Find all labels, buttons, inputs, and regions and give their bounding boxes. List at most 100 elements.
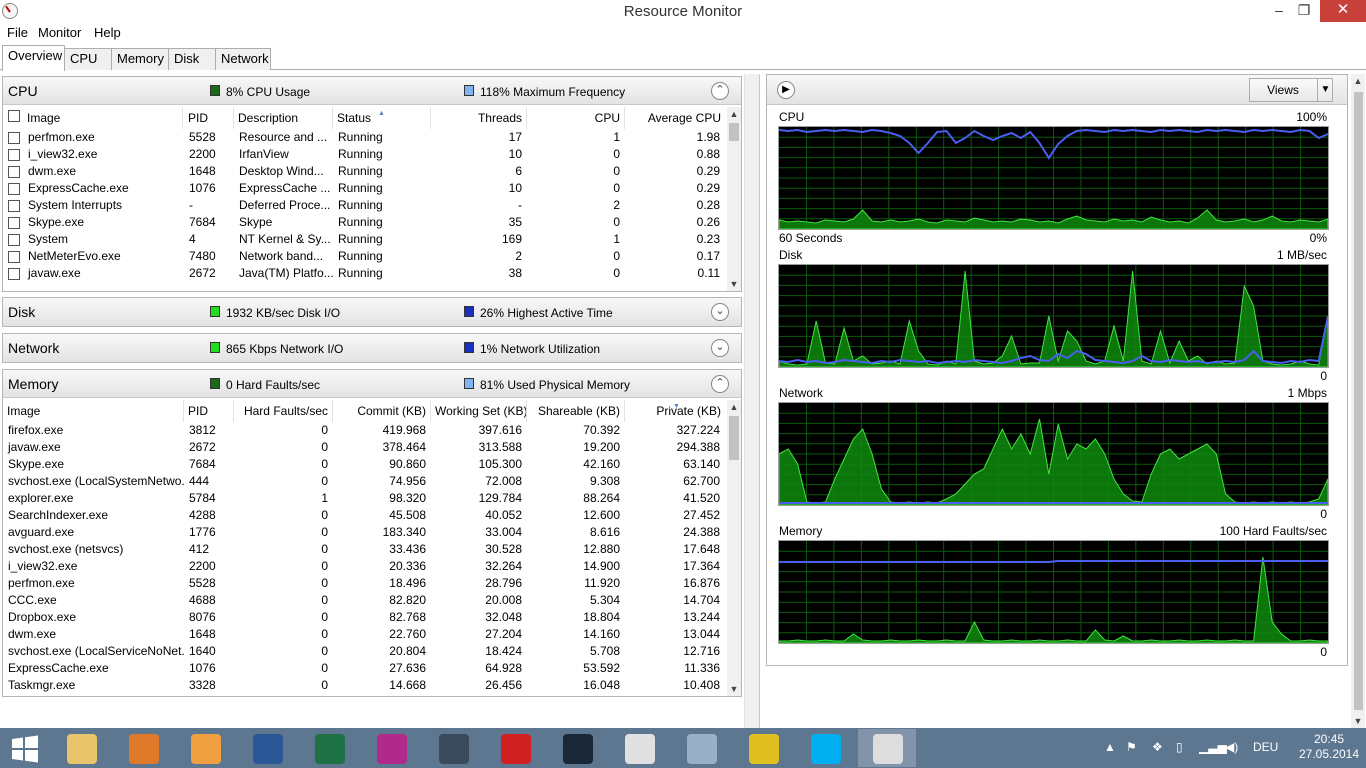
- table-row[interactable]: dwm.exe 1648 0 22.760 27.204 14.160 13.044: [3, 626, 728, 643]
- col-pid[interactable]: PID: [184, 400, 234, 422]
- table-row[interactable]: SearchIndexer.exe 4288 0 45.508 40.052 12.600…: [3, 507, 728, 524]
- table-row[interactable]: i_view32.exe 2200 0 20.336 32.264 14.900 17.36…: [3, 558, 728, 575]
- clock[interactable]: 20:45 27.05.2014: [1296, 732, 1362, 762]
- table-row[interactable]: System 4 NT Kernel & Sy... Running 169 1 0.23: [3, 231, 728, 248]
- device-tray-icon[interactable]: ▯: [1176, 740, 1183, 754]
- collapse-right-panel-icon[interactable]: ▶: [777, 81, 795, 99]
- col-cpu[interactable]: CPU: [527, 107, 625, 129]
- scroll-down-arrow-icon[interactable]: ▼: [727, 279, 741, 289]
- table-row[interactable]: svchost.exe (LocalSystemNetwo... 444 0 74.9…: [3, 473, 728, 490]
- row-checkbox[interactable]: [8, 132, 20, 144]
- table-row[interactable]: System Interrupts - Deferred Proce... Runni…: [3, 197, 728, 214]
- row-checkbox[interactable]: [8, 149, 20, 161]
- row-checkbox[interactable]: [8, 251, 20, 263]
- row-checkbox[interactable]: [8, 200, 20, 212]
- scroll-up-arrow-icon[interactable]: ▲: [1351, 76, 1365, 86]
- expand-chevron-icon[interactable]: ⌄: [711, 339, 729, 357]
- col-commit[interactable]: Commit (KB): [333, 400, 431, 422]
- network-tray-icon[interactable]: ❖: [1152, 740, 1163, 754]
- tab-cpu[interactable]: CPU: [64, 48, 112, 70]
- table-row[interactable]: ExpressCache.exe 1076 ExpressCache ... Runn…: [3, 180, 728, 197]
- language-indicator[interactable]: DEU: [1253, 740, 1278, 754]
- col-description[interactable]: Description: [234, 107, 333, 129]
- table-row[interactable]: perfmon.exe 5528 0 18.496 28.796 11.920 16.876: [3, 575, 728, 592]
- menu-monitor[interactable]: Monitor: [38, 25, 81, 40]
- row-checkbox[interactable]: [8, 234, 20, 246]
- scroll-thumb[interactable]: [1354, 92, 1363, 710]
- row-checkbox[interactable]: [8, 166, 20, 178]
- taskbar-app-excel[interactable]: [300, 729, 358, 767]
- col-threads[interactable]: Threads: [431, 107, 527, 129]
- scroll-down-arrow-icon[interactable]: ▼: [727, 684, 741, 694]
- scroll-thumb[interactable]: [729, 416, 739, 460]
- collapse-chevron-icon[interactable]: ⌃: [711, 375, 729, 393]
- row-checkbox[interactable]: [8, 268, 20, 280]
- tab-disk[interactable]: Disk: [168, 48, 216, 70]
- taskbar-app-camera[interactable]: [362, 729, 420, 767]
- scroll-up-arrow-icon[interactable]: ▲: [727, 402, 741, 412]
- action-center-flag-icon[interactable]: ⚑: [1126, 740, 1137, 754]
- expand-chevron-icon[interactable]: ⌄: [711, 303, 729, 321]
- table-row[interactable]: i_view32.exe 2200 IrfanView Running 10 0 0.88: [3, 146, 728, 163]
- taskbar-app-fox-mask[interactable]: [610, 729, 668, 767]
- table-row[interactable]: NetMeterEvo.exe 7480 Network band... Runnin…: [3, 248, 728, 265]
- signal-strength-icon[interactable]: ▁▃▅: [1199, 740, 1227, 754]
- table-row[interactable]: dwm.exe 1648 Desktop Wind... Running 6 0 0.29: [3, 163, 728, 180]
- disk-section-header[interactable]: Disk 1932 KB/sec Disk I/O 26% Highest Ac…: [3, 298, 741, 326]
- row-checkbox[interactable]: [8, 183, 20, 195]
- taskbar-app-skype[interactable]: [796, 729, 854, 767]
- taskbar-app-paint-splat[interactable]: [486, 729, 544, 767]
- memory-table-scrollbar[interactable]: ▲ ▼: [727, 400, 741, 696]
- col-image[interactable]: Image: [23, 107, 183, 129]
- table-row[interactable]: explorer.exe 5784 1 98.320 129.784 88.264 41.5…: [3, 490, 728, 507]
- views-dropdown[interactable]: Views ▼: [1249, 78, 1333, 102]
- col-average-cpu[interactable]: Average CPU: [625, 107, 725, 129]
- table-row[interactable]: Dropbox.exe 8076 0 82.768 32.048 18.804 13.244: [3, 609, 728, 626]
- taskbar-app-outlook[interactable]: [176, 729, 234, 767]
- cpu-section-header[interactable]: CPU 8% CPU Usage 118% Maximum Frequency …: [3, 77, 741, 105]
- col-hard-faults[interactable]: Hard Faults/sec: [234, 400, 333, 422]
- table-row[interactable]: Skype.exe 7684 0 90.860 105.300 42.160 63.140: [3, 456, 728, 473]
- maximize-button[interactable]: ❐: [1290, 0, 1318, 22]
- col-shareable[interactable]: Shareable (KB): [527, 400, 625, 422]
- menu-file[interactable]: File: [7, 25, 28, 40]
- select-all-checkbox[interactable]: [8, 110, 20, 122]
- scroll-thumb[interactable]: [729, 123, 739, 141]
- row-checkbox[interactable]: [8, 217, 20, 229]
- cpu-table-scrollbar[interactable]: ▲ ▼: [727, 107, 741, 291]
- scroll-up-arrow-icon[interactable]: ▲: [727, 109, 741, 119]
- col-pid[interactable]: PID: [184, 107, 234, 129]
- collapse-chevron-icon[interactable]: ⌃: [711, 82, 729, 100]
- taskbar-app-media[interactable]: [424, 729, 482, 767]
- taskbar-app-steam[interactable]: [548, 729, 606, 767]
- close-button[interactable]: ✕: [1320, 0, 1366, 22]
- table-row[interactable]: Taskmgr.exe 3328 0 14.668 26.456 16.048 10.408: [3, 677, 728, 694]
- tab-overview[interactable]: Overview: [2, 45, 65, 71]
- network-section-header[interactable]: Network 865 Kbps Network I/O 1% Network …: [3, 334, 741, 362]
- table-row[interactable]: perfmon.exe 5528 Resource and ... Running 17…: [3, 129, 728, 146]
- col-image[interactable]: Image: [3, 400, 184, 422]
- taskbar-app-firefox[interactable]: [114, 729, 172, 767]
- panel-splitter[interactable]: [744, 74, 760, 728]
- table-row[interactable]: ExpressCache.exe 1076 0 27.636 64.928 53.592 1…: [3, 660, 728, 677]
- tab-network[interactable]: Network: [215, 48, 271, 70]
- table-row[interactable]: svchost.exe (LocalServiceNoNet... 1640 0 20…: [3, 643, 728, 660]
- scroll-down-arrow-icon[interactable]: ▼: [1351, 716, 1365, 726]
- dropdown-arrow-icon[interactable]: ▼: [1317, 79, 1333, 101]
- menu-help[interactable]: Help: [94, 25, 121, 40]
- table-row[interactable]: javaw.exe 2672 0 378.464 313.588 19.200 294.38…: [3, 439, 728, 456]
- table-row[interactable]: CCC.exe 4688 0 82.820 20.008 5.304 14.704: [3, 592, 728, 609]
- show-hidden-icons-icon[interactable]: ▲: [1104, 740, 1116, 754]
- taskbar-app-monitor[interactable]: [672, 729, 730, 767]
- minimize-button[interactable]: –: [1265, 0, 1293, 22]
- table-row[interactable]: svchost.exe (netsvcs) 412 0 33.436 30.528 12.…: [3, 541, 728, 558]
- volume-icon[interactable]: ◀): [1225, 740, 1238, 754]
- taskbar-app-word[interactable]: [238, 729, 296, 767]
- tab-memory[interactable]: Memory: [111, 48, 169, 70]
- taskbar-app-explorer[interactable]: [52, 729, 110, 767]
- right-panel-scrollbar[interactable]: ▲ ▼: [1351, 74, 1365, 728]
- memory-section-header[interactable]: Memory 0 Hard Faults/sec 81% Used Physic…: [3, 370, 741, 398]
- start-button[interactable]: [0, 729, 50, 767]
- table-row[interactable]: Skype.exe 7684 Skype Running 35 0 0.26: [3, 214, 728, 231]
- table-row[interactable]: avguard.exe 1776 0 183.340 33.004 8.616 24.388: [3, 524, 728, 541]
